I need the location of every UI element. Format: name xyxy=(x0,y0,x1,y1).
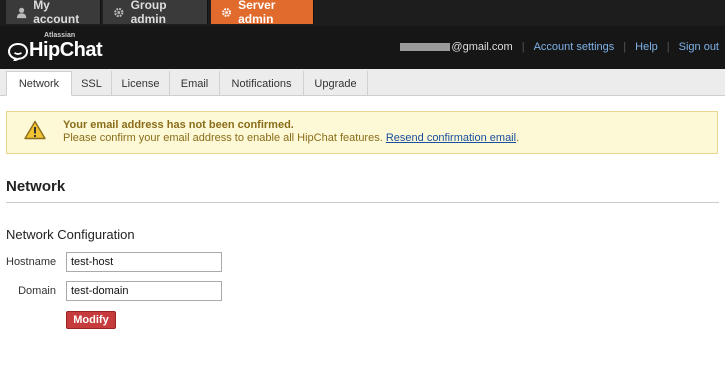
tab-network[interactable]: Network xyxy=(6,71,72,96)
account-settings-link[interactable]: Account settings xyxy=(534,41,615,53)
sub-tab-bar: Network SSL License Email Notifications … xyxy=(0,69,725,96)
tab-license[interactable]: License xyxy=(112,71,170,96)
tab-upgrade[interactable]: Upgrade xyxy=(304,71,368,96)
app-header: Atlassian HipChat @gmail.com | Account s… xyxy=(0,26,725,69)
alert-body-text: Please confirm your email address to ena… xyxy=(63,132,383,144)
logo-text: HipChat xyxy=(29,39,103,61)
resend-confirmation-link[interactable]: Resend confirmation email xyxy=(386,132,516,144)
tab-label: Server admin xyxy=(238,0,276,26)
nav-separator: | xyxy=(521,41,525,53)
user-icon xyxy=(16,7,27,18)
nav-separator: | xyxy=(623,41,627,53)
tab-label: Group admin xyxy=(130,0,167,26)
sign-out-link[interactable]: Sign out xyxy=(679,41,719,53)
email-confirmation-alert: Your email address has not been confirme… xyxy=(6,111,718,154)
warning-icon xyxy=(24,120,46,140)
section-title: Network Configuration xyxy=(6,227,135,242)
domain-input[interactable] xyxy=(66,281,222,301)
tab-notifications[interactable]: Notifications xyxy=(220,71,304,96)
email-redaction xyxy=(400,43,451,51)
tab-server-admin[interactable]: Server admin xyxy=(211,0,314,26)
user-nav: @gmail.com | Account settings | Help | S… xyxy=(400,41,719,53)
tab-email[interactable]: Email xyxy=(170,71,220,96)
modify-button[interactable]: Modify xyxy=(66,311,116,329)
logo-subtitle: Atlassian xyxy=(44,32,76,39)
hipchat-logo-icon xyxy=(8,43,28,61)
top-tab-bar: My account Group admin Server admin xyxy=(0,0,725,26)
tab-my-account[interactable]: My account xyxy=(6,0,101,26)
nav-separator: | xyxy=(666,41,670,53)
tab-group-admin[interactable]: Group admin xyxy=(103,0,208,26)
domain-label: Domain xyxy=(18,285,56,297)
tab-label: My account xyxy=(33,0,80,26)
tab-ssl[interactable]: SSL xyxy=(72,71,112,96)
hostname-input[interactable] xyxy=(66,252,222,272)
user-email: @gmail.com xyxy=(451,41,513,53)
page-title: Network xyxy=(6,178,66,195)
hostname-label: Hostname xyxy=(6,256,57,268)
gear-icon xyxy=(222,7,231,17)
alert-title: Your email address has not been confirme… xyxy=(63,119,294,131)
help-link[interactable]: Help xyxy=(635,41,658,53)
gear-icon xyxy=(114,7,124,17)
alert-trailing: . xyxy=(516,132,520,144)
title-divider xyxy=(6,202,719,203)
alert-message: Please confirm your email address to ena… xyxy=(63,132,519,144)
